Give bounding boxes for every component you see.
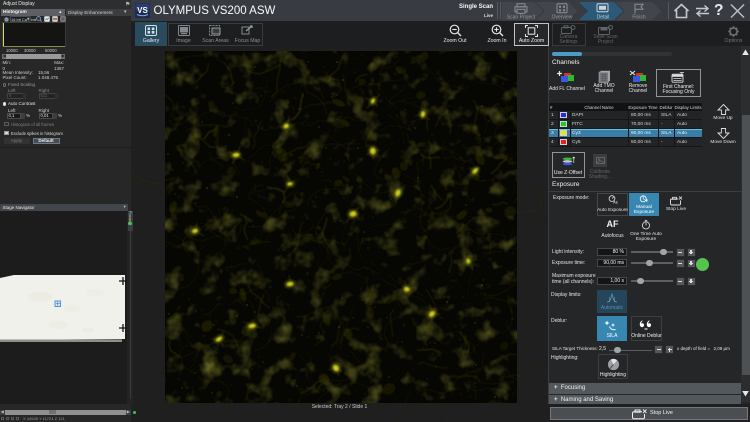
svg-text:Overview: Overview	[552, 14, 573, 20]
svg-text:Scan Project: Scan Project	[507, 14, 536, 20]
svg-text:AE: AE	[613, 201, 618, 205]
svg-text:Finish: Finish	[632, 14, 646, 20]
svg-text:VS: VS	[137, 6, 148, 15]
svg-text:Detail: Detail	[597, 14, 610, 20]
